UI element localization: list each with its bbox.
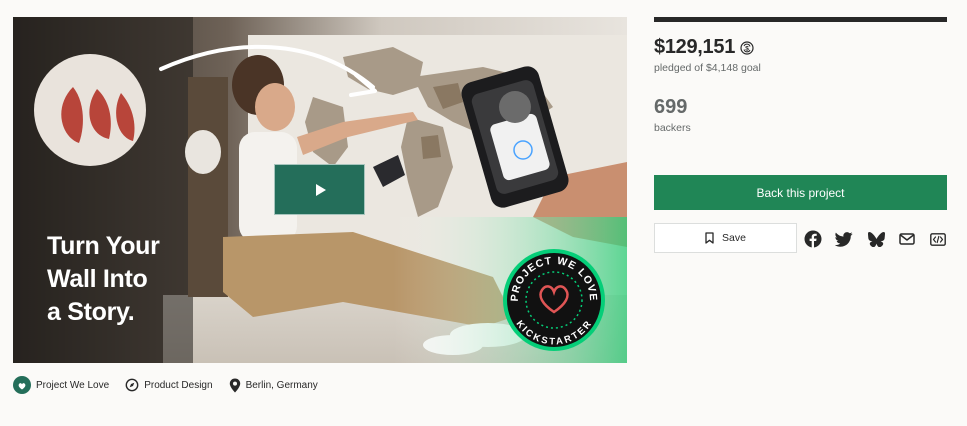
pledged-amount: $129,151 $ — [654, 36, 754, 59]
svg-text:$: $ — [745, 45, 749, 52]
backers-label: backers — [654, 122, 691, 134]
funding-progress-bar — [654, 17, 947, 22]
play-icon — [315, 183, 326, 196]
project-tags: Project We Love Product Design Berlin, G… — [13, 376, 334, 394]
bluesky-icon[interactable] — [867, 230, 885, 248]
headline-line: a Story. — [47, 298, 135, 326]
pledged-goal-text: pledged of $4,148 goal — [654, 62, 761, 74]
save-label: Save — [722, 232, 746, 244]
tag-label: Product Design — [144, 379, 213, 391]
save-button[interactable]: Save — [654, 223, 797, 253]
project-video[interactable]: Turn Your Wall Into a Story. PROJECT WE … — [13, 17, 627, 363]
kickstarter-logo-icon — [13, 376, 31, 394]
tag-product-design[interactable]: Product Design — [125, 378, 213, 392]
tag-label: Berlin, Germany — [245, 379, 318, 391]
headline-line: Turn Your — [47, 232, 160, 260]
location-pin-icon — [229, 378, 241, 393]
video-headline: Turn Your Wall Into a Story. — [47, 230, 160, 329]
email-icon[interactable] — [898, 230, 916, 248]
currency-conversion-icon[interactable]: $ — [740, 40, 754, 55]
twitter-icon[interactable] — [835, 230, 853, 248]
bookmark-icon — [705, 232, 714, 244]
play-video-button[interactable] — [274, 164, 365, 215]
facebook-icon[interactable] — [804, 230, 822, 248]
tag-location[interactable]: Berlin, Germany — [229, 378, 318, 393]
project-we-love-badge: PROJECT WE LOVE KICKSTARTER — [503, 249, 605, 351]
tag-project-we-love[interactable]: Project We Love — [13, 376, 109, 394]
compass-icon — [125, 378, 139, 392]
embed-icon[interactable] — [929, 230, 947, 248]
pledged-amount-value: $129,151 — [654, 36, 736, 58]
tag-label: Project We Love — [36, 379, 110, 391]
backers-count: 699 — [654, 96, 688, 118]
back-this-project-button[interactable]: Back this project — [654, 175, 947, 210]
headline-line: Wall Into — [47, 265, 148, 293]
